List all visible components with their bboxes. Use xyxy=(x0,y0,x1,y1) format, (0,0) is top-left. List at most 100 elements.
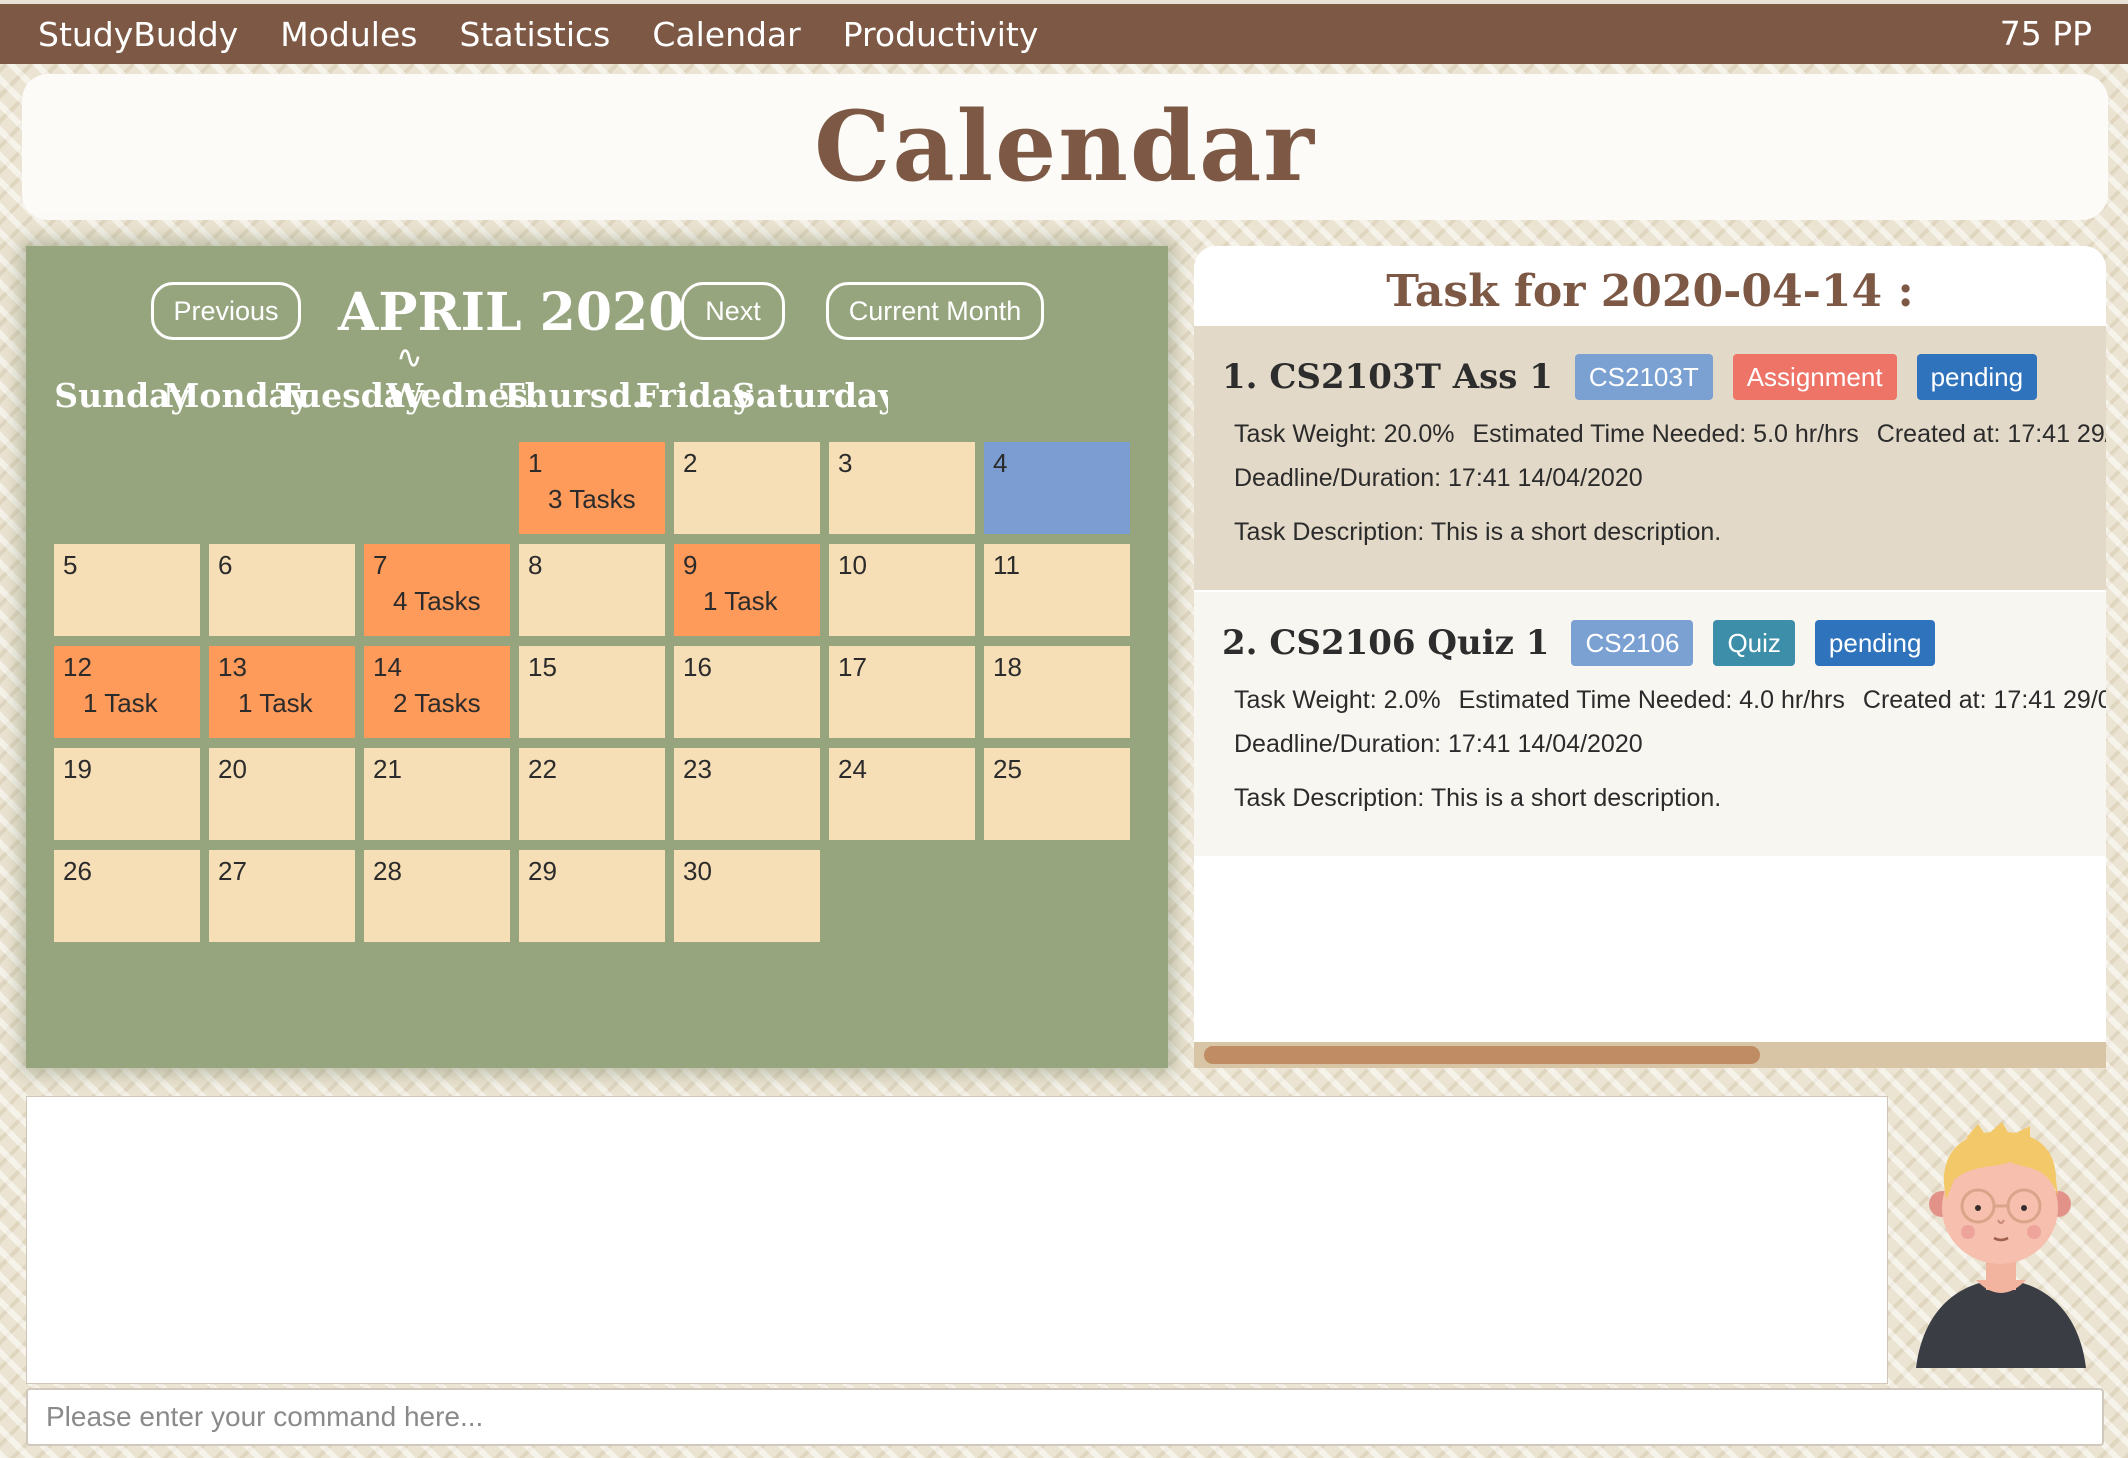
day-task-count: 4 Tasks xyxy=(393,586,481,616)
day-task-count: 1 Task xyxy=(238,688,313,718)
calendar-day-28[interactable]: 28 xyxy=(364,850,510,942)
calendar-day-19[interactable]: 19 xyxy=(54,748,200,840)
day-number: 14 xyxy=(373,652,402,682)
day-number: 19 xyxy=(63,754,92,784)
calendar-day-8[interactable]: 8 xyxy=(519,544,665,636)
title-card: Calendar xyxy=(22,74,2108,220)
day-number: 22 xyxy=(528,754,557,784)
calendar-day-12[interactable]: 12 1 Task xyxy=(54,646,200,738)
calendar-day-9[interactable]: 91 Task xyxy=(674,544,820,636)
task-meta: Task Weight: 2.0% Estimated Time Needed: … xyxy=(1234,686,2106,715)
page-title: Calendar xyxy=(814,90,1316,203)
day-number: 29 xyxy=(528,856,557,886)
calendar-day-27[interactable]: 27 xyxy=(209,850,355,942)
task-name: 2. CS2106 Quiz 1 xyxy=(1222,623,1550,663)
day-number: 9 xyxy=(683,550,698,580)
calendar-day-17[interactable]: 17 xyxy=(829,646,975,738)
day-number: 28 xyxy=(373,856,402,886)
horizontal-scrollbar-thumb[interactable] xyxy=(1204,1046,1760,1064)
day-task-count: 1 Task xyxy=(83,688,158,718)
task-time-needed: Estimated Time Needed: 5.0 hr/hrs xyxy=(1472,420,1859,448)
task-list-panel: Task for 2020-04-14 : 1. CS2103T Ass 1 C… xyxy=(1194,246,2106,1066)
day-number: 8 xyxy=(528,550,543,580)
month-label: APRIL 2020 xyxy=(338,282,685,343)
task-name: 1. CS2103T Ass 1 xyxy=(1222,357,1553,397)
day-task-count: 1 Task xyxy=(703,586,778,616)
menu-bar: StudyBuddy Modules Statistics Calendar P… xyxy=(0,0,2128,64)
next-month-button[interactable]: Next xyxy=(681,282,785,340)
day-number: 2 xyxy=(683,448,698,478)
calendar-day-16[interactable]: 16 xyxy=(674,646,820,738)
day-number: 16 xyxy=(683,652,712,682)
task-description: Task Description: This is a short descri… xyxy=(1234,518,1722,546)
task-panel-title: Task for 2020-04-14 : xyxy=(1386,266,1914,317)
calendar-day-10[interactable]: 10 xyxy=(829,544,975,636)
day-number: 6 xyxy=(218,550,233,580)
menu-modules[interactable]: Modules xyxy=(280,15,417,54)
calendar-day-20[interactable]: 20 xyxy=(209,748,355,840)
calendar-day-24[interactable]: 24 xyxy=(829,748,975,840)
calendar-day-13[interactable]: 13 1 Task xyxy=(209,646,355,738)
calendar-day-18[interactable]: 18 xyxy=(984,646,1130,738)
current-month-button[interactable]: Current Month xyxy=(826,282,1044,340)
task-time-needed: Estimated Time Needed: 4.0 hr/hrs xyxy=(1458,686,1845,714)
menu-calendar[interactable]: Calendar xyxy=(652,15,800,54)
weekday-header: Saturday xyxy=(732,376,888,415)
swirl-ornament-icon: ∿ xyxy=(396,338,423,376)
calendar-day-22[interactable]: 22 xyxy=(519,748,665,840)
day-number: 11 xyxy=(993,550,1020,580)
day-number: 18 xyxy=(993,652,1022,682)
module-tag: CS2106 xyxy=(1571,620,1694,666)
calendar-day-2[interactable]: 2 xyxy=(674,442,820,534)
status-tag: pending xyxy=(1814,620,1936,666)
day-task-count: 3 Tasks xyxy=(548,484,636,514)
productivity-points: 75 PP xyxy=(1999,14,2092,53)
day-number: 4 xyxy=(993,448,1008,478)
menu-statistics[interactable]: Statistics xyxy=(459,15,610,54)
day-number: 12 xyxy=(63,652,92,682)
calendar-day-1[interactable]: 13 Tasks xyxy=(519,442,665,534)
type-tag: Quiz xyxy=(1713,620,1795,666)
calendar-day-5[interactable]: 5 xyxy=(54,544,200,636)
task-deadline: Deadline/Duration: 17:41 14/04/2020 xyxy=(1234,464,1643,492)
calendar-day-26[interactable]: 26 xyxy=(54,850,200,942)
task-weight: Task Weight: 20.0% xyxy=(1234,420,1455,448)
day-number: 15 xyxy=(528,652,557,682)
calendar-day-4[interactable]: 4 xyxy=(984,442,1130,534)
day-number: 26 xyxy=(63,856,92,886)
day-number: 7 xyxy=(373,550,388,580)
menu-studybuddy[interactable]: StudyBuddy xyxy=(38,15,238,54)
day-number: 23 xyxy=(683,754,712,784)
task-description: Task Description: This is a short descri… xyxy=(1234,784,1722,812)
day-number: 13 xyxy=(218,652,247,682)
calendar-day-29[interactable]: 29 xyxy=(519,850,665,942)
command-input[interactable] xyxy=(26,1388,2104,1446)
previous-month-button[interactable]: Previous xyxy=(151,282,301,340)
day-number: 10 xyxy=(838,550,867,580)
task-card[interactable]: 2. CS2106 Quiz 1 CS2106 Quiz pending Tas… xyxy=(1194,592,2106,856)
menu-productivity[interactable]: Productivity xyxy=(843,15,1039,54)
calendar-day-3[interactable]: 3 xyxy=(829,442,975,534)
task-meta: Task Weight: 20.0% Estimated Time Needed:… xyxy=(1234,420,2106,449)
calendar-day-14[interactable]: 14 2 Tasks xyxy=(364,646,510,738)
day-number: 25 xyxy=(993,754,1022,784)
calendar-day-23[interactable]: 23 xyxy=(674,748,820,840)
status-tag: pending xyxy=(1916,354,2038,400)
calendar-panel: Previous APRIL 2020 ∿ Next Current Month… xyxy=(26,246,1168,1068)
calendar-day-7[interactable]: 74 Tasks xyxy=(364,544,510,636)
calendar-day-25[interactable]: 25 xyxy=(984,748,1130,840)
module-tag: CS2103T xyxy=(1574,354,1713,400)
calendar-day-21[interactable]: 21 xyxy=(364,748,510,840)
calendar-day-11[interactable]: 11 xyxy=(984,544,1130,636)
calendar-day-15[interactable]: 15 xyxy=(519,646,665,738)
avatar-icon xyxy=(1916,1122,2086,1368)
task-created: Created at: 17:41 29/ xyxy=(1876,420,2106,448)
calendar-day-30[interactable]: 30 xyxy=(674,850,820,942)
day-number: 20 xyxy=(218,754,247,784)
day-number: 27 xyxy=(218,856,247,886)
day-number: 24 xyxy=(838,754,867,784)
day-number: 1 xyxy=(528,448,543,478)
task-deadline: Deadline/Duration: 17:41 14/04/2020 xyxy=(1234,730,1643,758)
calendar-day-6[interactable]: 6 xyxy=(209,544,355,636)
task-card[interactable]: 1. CS2103T Ass 1 CS2103T Assignment pend… xyxy=(1194,326,2106,590)
